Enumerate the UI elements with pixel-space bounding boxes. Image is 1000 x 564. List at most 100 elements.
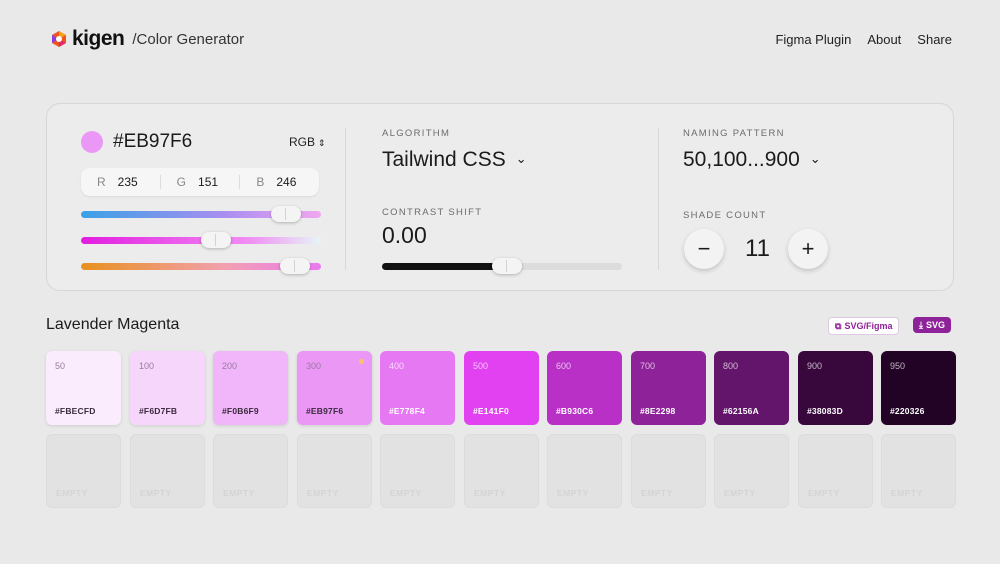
tile-hex-label: #E778F4 <box>389 406 425 416</box>
tile-shade-label: 600 <box>556 361 572 371</box>
empty-tile[interactable]: EMPTY <box>881 434 956 508</box>
contrast-slider-handle[interactable] <box>492 258 522 274</box>
hex-input[interactable]: #EB97F6 <box>113 131 192 153</box>
empty-tile-label: EMPTY <box>808 488 840 498</box>
tile-shade-label: 700 <box>640 361 656 371</box>
b-value[interactable]: 246 <box>276 175 296 189</box>
generator-panel: #EB97F6 RGB ⇕ R 235 G 151 B 246 ALGORITHM… <box>46 103 954 291</box>
color-mode-label: RGB <box>289 135 316 149</box>
chevron-updown-icon: ⇕ <box>318 138 326 148</box>
download-icon: ⤓ <box>919 319 923 330</box>
naming-label: NAMING PATTERN <box>683 128 785 139</box>
nav-about[interactable]: About <box>867 32 901 47</box>
empty-tile-label: EMPTY <box>724 488 756 498</box>
g-value[interactable]: 151 <box>198 175 218 189</box>
palette-tile-50[interactable]: 50 #FBECFD <box>46 351 121 425</box>
empty-tile-label: EMPTY <box>307 488 339 498</box>
g-label: G <box>176 175 187 189</box>
tile-shade-label: 900 <box>807 361 823 371</box>
nav-share[interactable]: Share <box>917 32 952 47</box>
chevron-down-icon: ⌄ <box>809 151 821 166</box>
chevron-down-icon: ⌄ <box>515 151 527 166</box>
color-preview-swatch[interactable] <box>81 131 103 153</box>
empty-tile[interactable]: EMPTY <box>464 434 539 508</box>
contrast-value[interactable]: 0.00 <box>382 222 427 249</box>
palette-tile-200[interactable]: 200 #F0B6F9 <box>213 351 288 425</box>
green-slider[interactable] <box>81 232 321 248</box>
palette-tile-950[interactable]: 950 #220326 <box>881 351 956 425</box>
r-field[interactable]: R 235 <box>81 175 160 189</box>
copy-icon: ⧉ <box>835 320 842 331</box>
tile-hex-label: #F0B6F9 <box>222 406 259 416</box>
tile-hex-label: #B930C6 <box>556 406 594 416</box>
blue-slider-handle[interactable] <box>280 258 310 274</box>
palette-tile-100[interactable]: 100 #F6D7FB <box>130 351 205 425</box>
tile-shade-label: 950 <box>890 361 906 371</box>
palette-tile-800[interactable]: 800 #62156A <box>714 351 789 425</box>
tile-shade-label: 500 <box>473 361 489 371</box>
naming-select[interactable]: 50,100...900 ⌄ <box>683 148 821 172</box>
empty-tile-label: EMPTY <box>641 488 673 498</box>
r-value[interactable]: 235 <box>118 175 138 189</box>
contrast-slider[interactable] <box>382 258 622 274</box>
empty-tile[interactable]: EMPTY <box>631 434 706 508</box>
nav-figma-plugin[interactable]: Figma Plugin <box>775 32 851 47</box>
divider <box>345 128 346 270</box>
naming-value: 50,100...900 <box>683 148 800 171</box>
b-label: B <box>256 175 265 189</box>
empty-tile[interactable]: EMPTY <box>380 434 455 508</box>
tile-hex-label: #EB97F6 <box>306 406 344 416</box>
palette-tile-300[interactable]: 300 #EB97F6 <box>297 351 372 425</box>
palette-tile-600[interactable]: 600 #B930C6 <box>547 351 622 425</box>
base-color-marker-icon <box>359 359 364 364</box>
empty-tile[interactable]: EMPTY <box>297 434 372 508</box>
increment-button[interactable]: + <box>788 229 828 269</box>
color-mode-select[interactable]: RGB ⇕ <box>289 135 326 149</box>
red-slider-handle[interactable] <box>271 206 301 222</box>
decrement-button[interactable]: − <box>684 229 724 269</box>
palette-tile-500[interactable]: 500 #E141F0 <box>464 351 539 425</box>
tile-shade-label: 100 <box>139 361 155 371</box>
contrast-slider-fill <box>382 263 502 270</box>
shade-count-label: SHADE COUNT <box>683 210 767 221</box>
divider <box>658 128 659 270</box>
empty-tile[interactable]: EMPTY <box>46 434 121 508</box>
empty-tile[interactable]: EMPTY <box>714 434 789 508</box>
top-nav: Figma Plugin About Share <box>775 32 952 47</box>
tile-shade-label: 400 <box>389 361 405 371</box>
shade-count-value: 11 <box>745 235 770 262</box>
export-svg-button[interactable]: ⤓ SVG <box>913 317 951 333</box>
logo-text: kigen <box>72 27 125 50</box>
tile-hex-label: #220326 <box>890 406 925 416</box>
empty-tile-label: EMPTY <box>390 488 422 498</box>
g-field[interactable]: G 151 <box>159 175 240 189</box>
palette-name[interactable]: Lavender Magenta <box>46 316 179 334</box>
tile-hex-label: #8E2298 <box>640 406 676 416</box>
algorithm-label: ALGORITHM <box>382 128 451 139</box>
palette-tile-700[interactable]: 700 #8E2298 <box>631 351 706 425</box>
empty-tile[interactable]: EMPTY <box>213 434 288 508</box>
empty-tile[interactable]: EMPTY <box>547 434 622 508</box>
contrast-label: CONTRAST SHIFT <box>382 207 483 218</box>
algorithm-value: Tailwind CSS <box>382 148 506 171</box>
export-figma-button[interactable]: ⧉ SVG/Figma <box>828 317 900 335</box>
green-slider-handle[interactable] <box>201 232 231 248</box>
blue-slider[interactable] <box>81 258 321 274</box>
algorithm-select[interactable]: Tailwind CSS ⌄ <box>382 148 527 172</box>
empty-tile[interactable]: EMPTY <box>798 434 873 508</box>
red-slider[interactable] <box>81 206 321 222</box>
logo[interactable]: kigen <box>50 27 125 51</box>
rgb-fields: R 235 G 151 B 246 <box>81 168 319 196</box>
export-svg-label: SVG <box>925 320 945 330</box>
tile-hex-label: #62156A <box>723 406 759 416</box>
empty-tile-label: EMPTY <box>140 488 172 498</box>
empty-tile-label: EMPTY <box>891 488 923 498</box>
tile-shade-label: 50 <box>55 361 66 371</box>
tile-hex-label: #F6D7FB <box>139 406 178 416</box>
palette-tile-400[interactable]: 400 #E778F4 <box>380 351 455 425</box>
palette-tile-900[interactable]: 900 #38083D <box>798 351 873 425</box>
export-figma-label: SVG/Figma <box>844 321 893 331</box>
r-label: R <box>97 175 106 189</box>
b-field[interactable]: B 246 <box>239 175 319 189</box>
empty-tile[interactable]: EMPTY <box>130 434 205 508</box>
